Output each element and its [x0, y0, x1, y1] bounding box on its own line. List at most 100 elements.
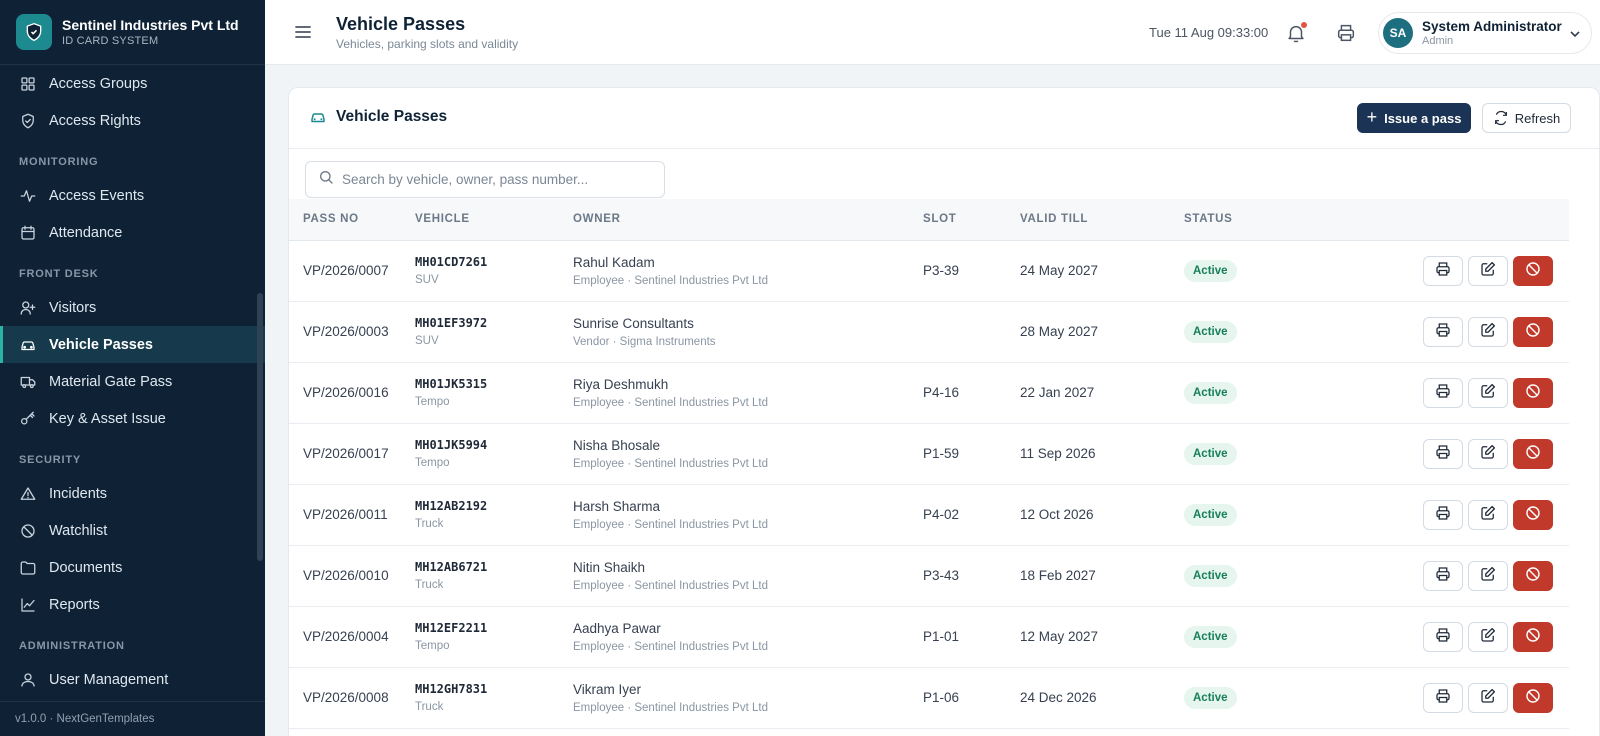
- revoke-pass-button[interactable]: [1513, 621, 1553, 652]
- search-icon: [318, 169, 334, 190]
- issue-pass-button[interactable]: + Issue a pass: [1357, 103, 1471, 133]
- vehicle-type: SUV: [415, 274, 439, 286]
- valid-till: 22 Jan 2027: [1020, 385, 1095, 400]
- column-header-owner[interactable]: OWNER: [573, 199, 923, 241]
- revoke-pass-button[interactable]: [1513, 499, 1553, 530]
- sidebar-item-reports[interactable]: Reports: [0, 586, 265, 623]
- edit-pass-button[interactable]: [1468, 560, 1508, 591]
- sidebar-item-user-management[interactable]: User Management: [0, 661, 265, 698]
- search-box[interactable]: [305, 161, 665, 198]
- revoke-pass-button[interactable]: [1513, 316, 1553, 347]
- print-pass-button[interactable]: [1423, 255, 1463, 286]
- sidebar-item-access-events[interactable]: Access Events: [0, 177, 265, 214]
- sidebar-item-attendance[interactable]: Attendance: [0, 214, 265, 251]
- vehicle-cell: MH12GH7831 Truck: [415, 667, 573, 728]
- search-input[interactable]: [342, 172, 642, 187]
- owner-cell: Vikram Iyer Employee · Sentinel Industrie…: [573, 667, 923, 728]
- table-row[interactable]: VP/2026/0004 MH12EF2211 Tempo Aadhya Pawar E…: [289, 606, 1569, 667]
- table-row[interactable]: VP/2026/0007 MH01CD7261 SUV Rahul Kadam Empl…: [289, 240, 1569, 301]
- status-cell: Active: [1184, 423, 1294, 484]
- vehicle-number: MH12AB6721: [415, 560, 488, 574]
- ban-icon: [1524, 321, 1542, 342]
- owner-detail: Employee · Sentinel Industries Pvt Ltd: [573, 396, 768, 409]
- column-header-pass-no[interactable]: PASS NO: [289, 199, 415, 241]
- column-header-slot[interactable]: SLOT: [923, 199, 1020, 241]
- refresh-button[interactable]: Refresh: [1482, 103, 1571, 133]
- vehicle-type: Tempo: [415, 396, 450, 408]
- sidebar-item-vehicle-passes[interactable]: Vehicle Passes: [0, 326, 265, 363]
- sidebar-item-label: Visitors: [49, 299, 97, 316]
- valid-till: 12 Oct 2026: [1020, 507, 1094, 522]
- print-icon: [1434, 687, 1452, 708]
- slot: P4-02: [923, 507, 960, 522]
- edit-icon: [1479, 504, 1497, 525]
- print-pass-button[interactable]: [1423, 438, 1463, 469]
- print-pass-button[interactable]: [1423, 682, 1463, 713]
- sidebar-item-visitors[interactable]: Visitors: [0, 289, 265, 326]
- user-icon: [19, 671, 37, 689]
- nav-section-monitoring: MONITORING: [19, 156, 99, 168]
- print-pass-button[interactable]: [1423, 621, 1463, 652]
- status-badge: Active: [1184, 625, 1237, 648]
- column-header-status[interactable]: STATUS: [1184, 199, 1294, 241]
- edit-pass-button[interactable]: [1468, 316, 1508, 347]
- column-header-vehicle[interactable]: VEHICLE: [415, 199, 573, 241]
- sidebar-item-incidents[interactable]: Incidents: [0, 475, 265, 512]
- sidebar-item-documents[interactable]: Documents: [0, 549, 265, 586]
- actions-cell: [1294, 301, 1569, 362]
- print-pass-button[interactable]: [1423, 377, 1463, 408]
- version-footer: v1.0.0 · NextGenTemplates: [0, 701, 265, 736]
- plus-icon: +: [1366, 106, 1378, 127]
- revoke-pass-button[interactable]: [1513, 438, 1553, 469]
- print-pass-button[interactable]: [1423, 560, 1463, 591]
- owner-name: Sunrise Consultants: [573, 315, 694, 331]
- menu-toggle-icon[interactable]: [293, 22, 313, 42]
- pass-number: VP/2026/0003: [303, 324, 389, 339]
- table-row[interactable]: VP/2026/0011 MH12AB2192 Truck Harsh Sharma E…: [289, 484, 1569, 545]
- sidebar-item-material-gate-pass[interactable]: Material Gate Pass: [0, 363, 265, 400]
- slot: P1-06: [923, 690, 960, 705]
- table-row[interactable]: VP/2026/0003 MH01EF3972 SUV Sunrise Consult…: [289, 301, 1569, 362]
- print-icon: [1434, 626, 1452, 647]
- owner-name: Aadhya Pawar: [573, 620, 661, 636]
- sidebar-item-access-rights[interactable]: Access Rights: [0, 102, 265, 139]
- edit-pass-button[interactable]: [1468, 377, 1508, 408]
- table-row[interactable]: VP/2026/0017 MH01JK5994 Tempo Nisha Bhosale…: [289, 423, 1569, 484]
- sidebar-scrollbar[interactable]: [257, 293, 263, 561]
- table-row[interactable]: VP/2026/0016 MH01JK5315 Tempo Riya Deshmukh…: [289, 362, 1569, 423]
- revoke-pass-button[interactable]: [1513, 560, 1553, 591]
- user-menu[interactable]: SA System Administrator Admin: [1378, 12, 1592, 54]
- column-header-valid-till[interactable]: VALID TILL: [1020, 199, 1184, 241]
- sidebar-item-key-asset-issue[interactable]: Key & Asset Issue: [0, 400, 265, 437]
- print-icon[interactable]: [1335, 22, 1357, 44]
- owner-detail: Employee · Sentinel Industries Pvt Ltd: [573, 274, 768, 287]
- edit-pass-button[interactable]: [1468, 499, 1508, 530]
- status-cell: Active: [1184, 240, 1294, 301]
- edit-pass-button[interactable]: [1468, 255, 1508, 286]
- revoke-pass-button[interactable]: [1513, 255, 1553, 286]
- print-pass-button[interactable]: [1423, 499, 1463, 530]
- sidebar-item-label: Material Gate Pass: [49, 373, 173, 390]
- vehicle-type: Tempo: [415, 457, 450, 469]
- slot: P3-43: [923, 568, 960, 583]
- edit-pass-button[interactable]: [1468, 621, 1508, 652]
- status-cell: Active: [1184, 484, 1294, 545]
- revoke-pass-button[interactable]: [1513, 377, 1553, 408]
- owner-cell: Harsh Sharma Employee · Sentinel Industri…: [573, 484, 923, 545]
- sidebar-item-label: Watchlist: [49, 522, 108, 539]
- shield-check-icon: [19, 112, 37, 130]
- revoke-pass-button[interactable]: [1513, 682, 1553, 713]
- pass-number: VP/2026/0007: [303, 263, 389, 278]
- valid-till: 24 May 2027: [1020, 263, 1099, 278]
- edit-pass-button[interactable]: [1468, 438, 1508, 469]
- edit-pass-button[interactable]: [1468, 682, 1508, 713]
- actions-cell: [1294, 484, 1569, 545]
- table-row[interactable]: VP/2026/0008 MH12GH7831 Truck Vikram Iyer Em…: [289, 667, 1569, 728]
- vehicle-number: MH01EF3972: [415, 316, 488, 330]
- sidebar-item-access-groups[interactable]: Access Groups: [0, 65, 265, 102]
- sidebar-item-watchlist[interactable]: Watchlist: [0, 512, 265, 549]
- print-pass-button[interactable]: [1423, 316, 1463, 347]
- status-badge: Active: [1184, 564, 1237, 587]
- table-row[interactable]: VP/2026/0010 MH12AB6721 Truck Nitin Shaikh E…: [289, 545, 1569, 606]
- vehicle-cell: MH12AB6721 Truck: [415, 545, 573, 606]
